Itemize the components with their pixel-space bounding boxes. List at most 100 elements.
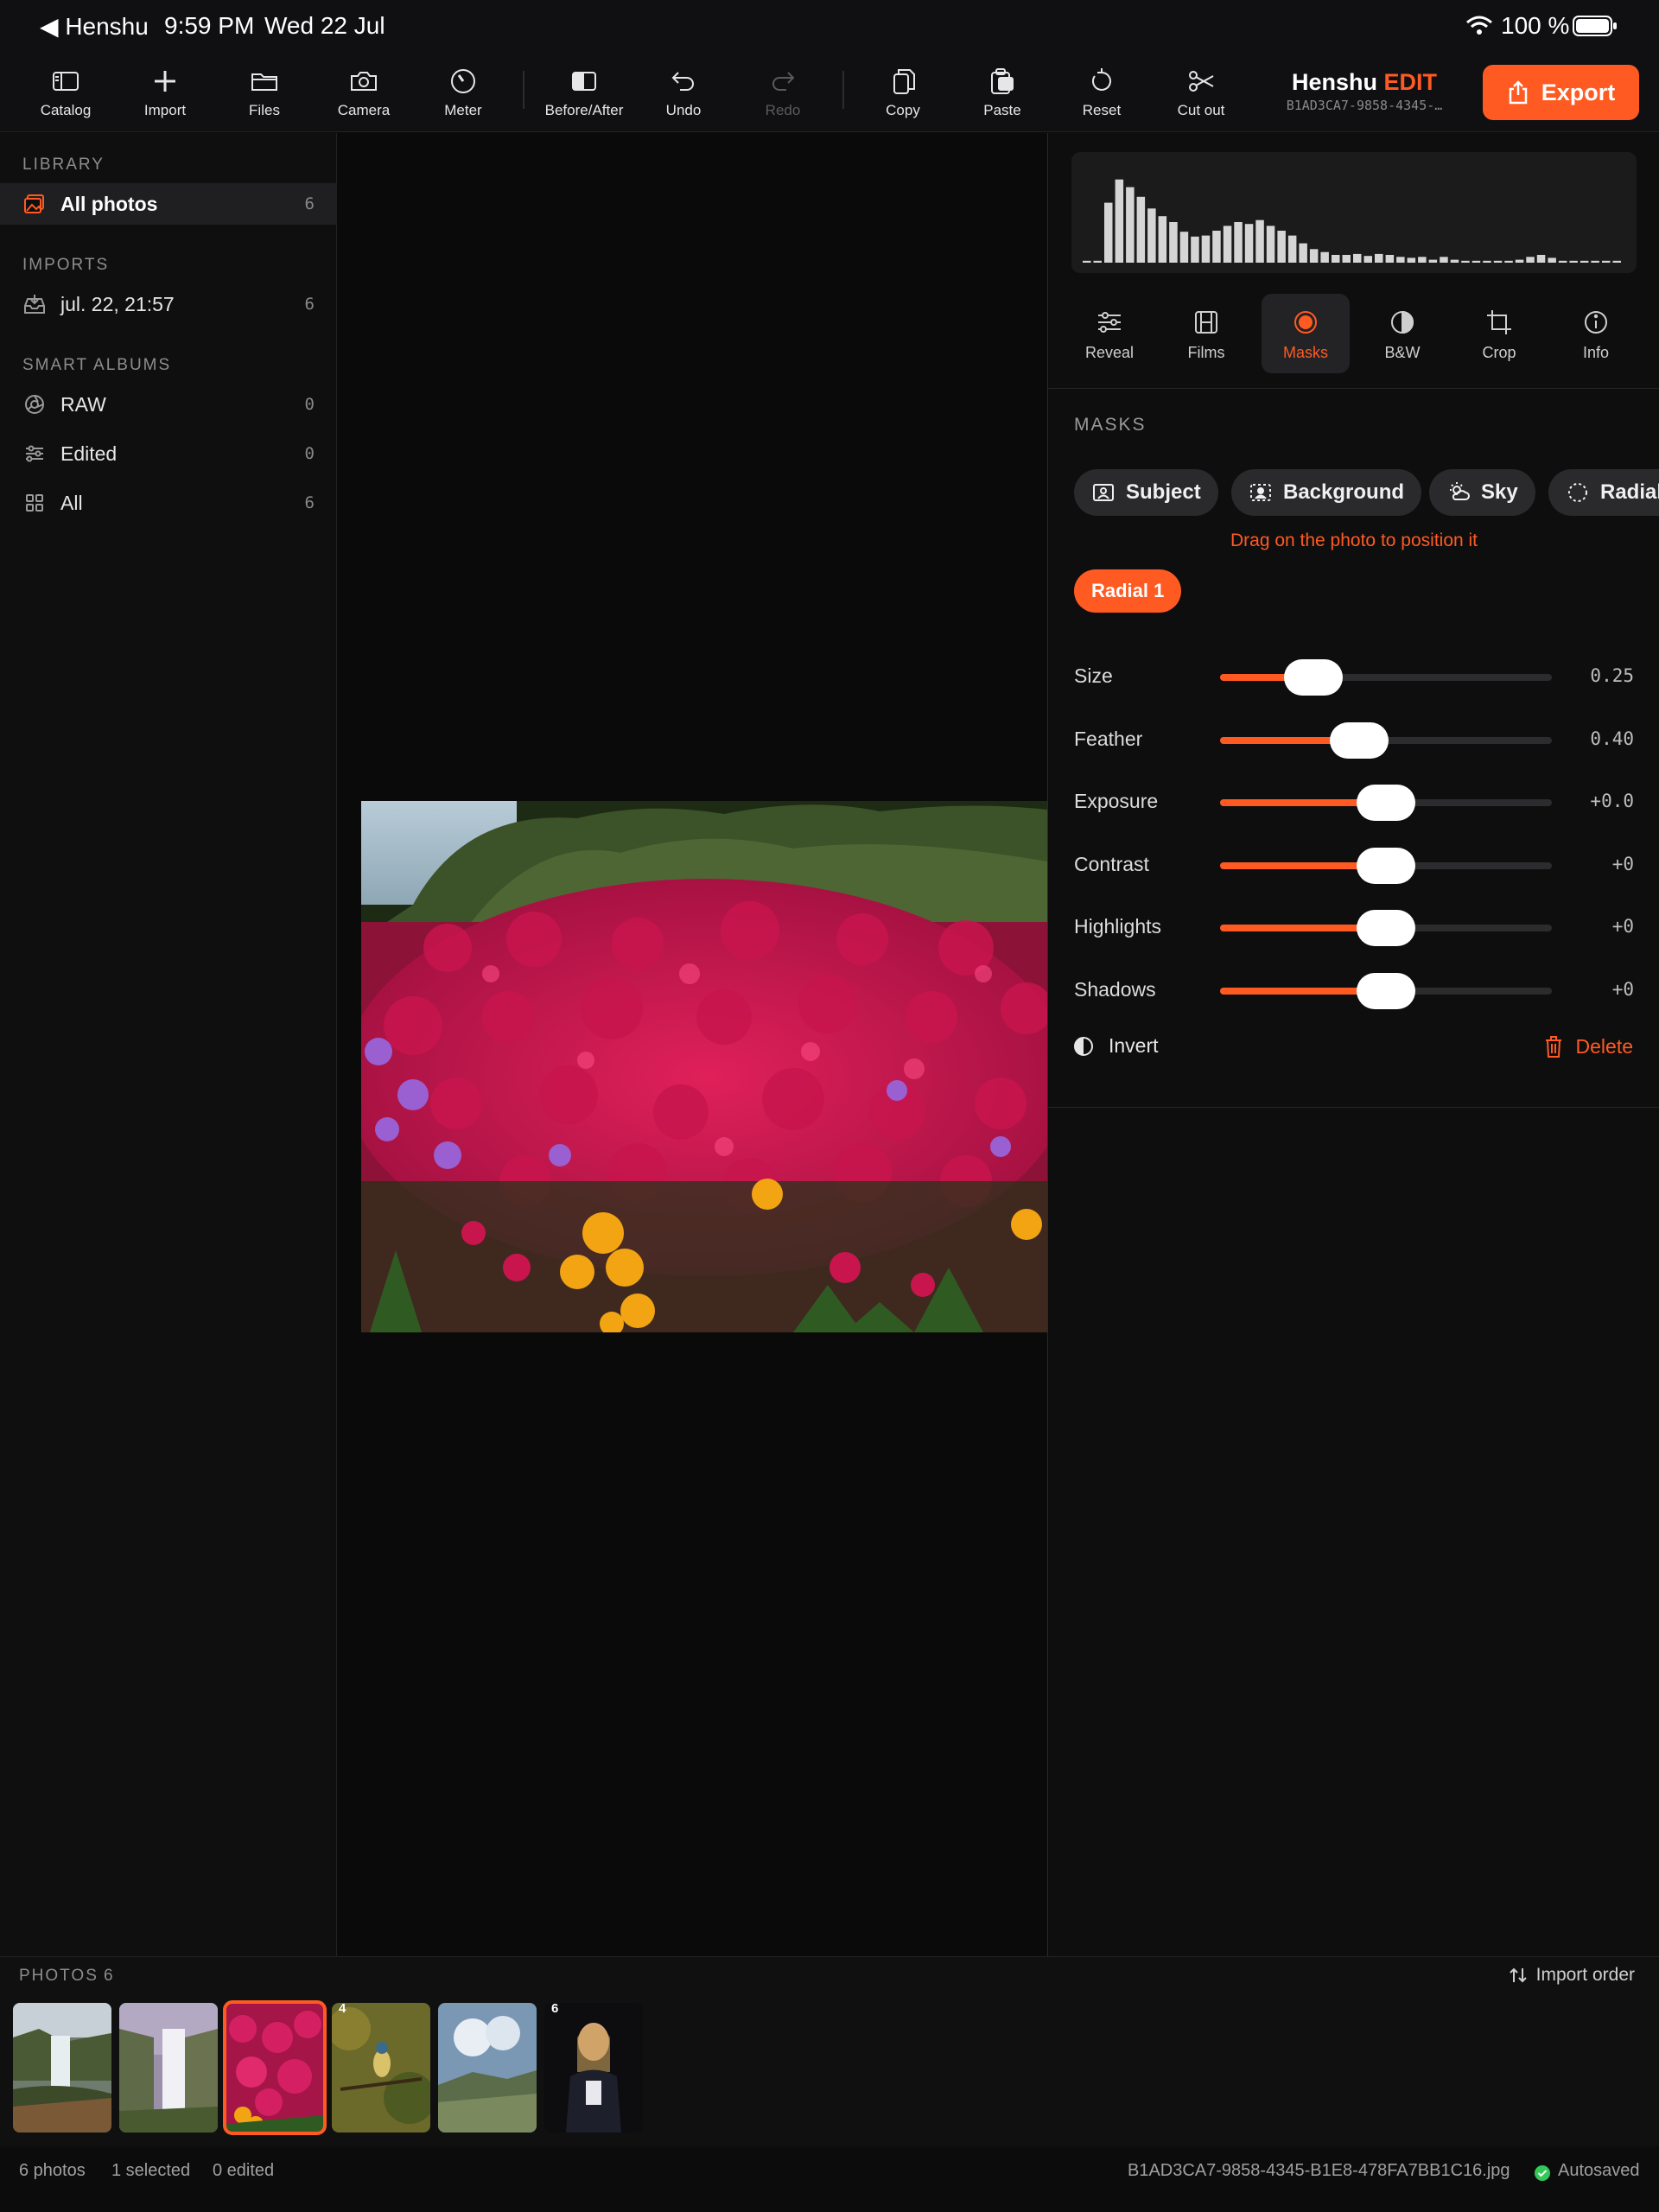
tab-crop[interactable]: Crop bbox=[1455, 294, 1543, 373]
histogram-bar bbox=[1385, 255, 1395, 263]
histogram-bar bbox=[1083, 260, 1091, 263]
histogram-bar bbox=[1244, 224, 1254, 263]
copy-icon bbox=[893, 69, 915, 94]
tab-info[interactable]: Info bbox=[1552, 294, 1640, 373]
photo-thumbnail[interactable] bbox=[13, 2003, 111, 2133]
slider-exposure[interactable]: Exposure +0.0 bbox=[1048, 777, 1659, 829]
slider-value: +0.0 bbox=[1590, 791, 1634, 811]
tab-bw[interactable]: B&W bbox=[1358, 294, 1446, 373]
selected-count: 1 selected bbox=[111, 2161, 191, 2180]
mask-radial-button[interactable]: Radial bbox=[1548, 469, 1659, 516]
sidebar-icon bbox=[53, 72, 79, 91]
histogram-bar bbox=[1277, 231, 1286, 263]
flower-photo bbox=[361, 801, 1047, 1332]
before-after-button[interactable]: Before/After bbox=[537, 66, 632, 126]
redo-button[interactable]: Redo bbox=[735, 66, 830, 126]
export-label: Export bbox=[1541, 79, 1616, 105]
mask-background-button[interactable]: Background bbox=[1231, 469, 1422, 516]
mask-subject-button[interactable]: Subject bbox=[1074, 469, 1218, 516]
import-button[interactable]: Import bbox=[118, 66, 213, 126]
tab-masks[interactable]: Masks bbox=[1262, 294, 1350, 373]
meter-label: Meter bbox=[444, 102, 482, 118]
camera-button[interactable]: Camera bbox=[316, 66, 411, 126]
checkmark-icon bbox=[1535, 2165, 1550, 2181]
histogram-bar bbox=[1104, 202, 1113, 263]
autosave-status: Autosaved bbox=[1558, 2161, 1640, 2180]
sort-arrows-icon bbox=[1509, 1967, 1527, 1983]
catalog-label: Catalog bbox=[40, 102, 92, 118]
reset-button[interactable]: Reset bbox=[1054, 66, 1149, 126]
slider-thumb[interactable] bbox=[1357, 785, 1415, 821]
catalog-button[interactable]: Catalog bbox=[18, 66, 113, 126]
status-date: Wed 22 Jul bbox=[264, 12, 385, 39]
mask-sky-button[interactable]: Sky bbox=[1429, 469, 1535, 516]
photo-thumbnail[interactable] bbox=[438, 2003, 537, 2133]
panel-divider bbox=[1048, 388, 1659, 389]
slider-thumb[interactable] bbox=[1330, 721, 1389, 759]
sidebar-item-edited[interactable]: Edited 0 bbox=[0, 433, 337, 474]
photos-count: 6 photos bbox=[19, 2161, 86, 2180]
paste-button[interactable]: Paste bbox=[955, 66, 1050, 126]
histogram-bar bbox=[1287, 235, 1297, 263]
toolbar-divider bbox=[523, 71, 524, 109]
slider-label: Highlights bbox=[1074, 915, 1161, 938]
portrait-thumbnail bbox=[544, 2003, 643, 2133]
photo-thumbnail-selected[interactable] bbox=[223, 2000, 327, 2135]
tray-download-icon bbox=[22, 292, 47, 316]
meter-button[interactable]: Meter bbox=[416, 66, 511, 126]
delete-mask-button[interactable]: Delete bbox=[1543, 1034, 1633, 1058]
tab-label: Films bbox=[1187, 344, 1225, 361]
slider-feather[interactable]: Feather 0.40 bbox=[1048, 715, 1659, 766]
sidebar-item-label: All bbox=[60, 491, 83, 514]
camera-label: Camera bbox=[337, 102, 391, 118]
tab-films[interactable]: Films bbox=[1162, 294, 1250, 373]
histogram-bar bbox=[1147, 208, 1156, 263]
person-frame-icon bbox=[1093, 484, 1114, 501]
sidebar-item-import[interactable]: jul. 22, 21:57 6 bbox=[0, 283, 337, 325]
undo-button[interactable]: Undo bbox=[636, 66, 731, 126]
sidebar-item-raw[interactable]: RAW 0 bbox=[0, 384, 337, 425]
tab-reveal[interactable]: Reveal bbox=[1065, 294, 1154, 373]
export-button[interactable]: Export bbox=[1483, 65, 1639, 120]
photo-canvas[interactable] bbox=[338, 133, 1047, 1956]
photo-thumbnail[interactable] bbox=[119, 2003, 218, 2133]
histogram-bar bbox=[1212, 231, 1221, 263]
histogram-bar bbox=[1126, 187, 1135, 263]
sort-order-button[interactable]: Import order bbox=[1509, 1965, 1635, 1986]
status-time: 9:59 PM bbox=[164, 12, 255, 39]
photo-preview[interactable] bbox=[361, 801, 1047, 1332]
files-button[interactable]: Files bbox=[217, 66, 312, 126]
redo-label: Redo bbox=[765, 102, 801, 118]
slider-highlights[interactable]: Highlights +0 bbox=[1048, 902, 1659, 954]
slider-thumb[interactable] bbox=[1357, 847, 1415, 884]
thumbnail-badge: 4 bbox=[339, 2003, 346, 2016]
slider-contrast[interactable]: Contrast +0 bbox=[1048, 840, 1659, 892]
slider-value: +0 bbox=[1611, 916, 1634, 937]
dashed-circle-icon bbox=[1568, 483, 1587, 502]
histogram-bar bbox=[1169, 222, 1178, 263]
back-to-app-link[interactable]: ◀ Henshu bbox=[40, 12, 149, 41]
trash-icon bbox=[1545, 1036, 1561, 1058]
histogram-bars bbox=[1083, 179, 1621, 263]
invert-button[interactable]: Invert bbox=[1072, 1034, 1159, 1058]
slider-thumb[interactable] bbox=[1357, 972, 1415, 1009]
sidebar-item-all[interactable]: All 6 bbox=[0, 482, 337, 524]
slider-size[interactable]: Size 0.25 bbox=[1048, 652, 1659, 703]
photo-thumbnail[interactable]: 4 bbox=[332, 2003, 430, 2133]
slider-value: +0 bbox=[1611, 978, 1634, 1000]
slider-shadows[interactable]: Shadows +0 bbox=[1048, 965, 1659, 1017]
copy-button[interactable]: Copy bbox=[855, 66, 950, 126]
battery-percent: 100 % bbox=[1501, 12, 1570, 39]
mask-item-radial-1[interactable]: Radial 1 bbox=[1074, 569, 1182, 613]
undo-label: Undo bbox=[665, 102, 702, 118]
sidebar-item-all-photos[interactable]: All photos 6 bbox=[0, 183, 337, 225]
histogram-bar bbox=[1309, 249, 1319, 263]
slider-thumb[interactable] bbox=[1283, 659, 1343, 696]
wifi-icon bbox=[1466, 16, 1492, 35]
masks-heading: MASKS bbox=[1074, 415, 1147, 435]
cut-out-label: Cut out bbox=[1177, 102, 1225, 118]
cut-out-button[interactable]: Cut out bbox=[1154, 66, 1249, 126]
landscape-thumbnail bbox=[438, 2003, 537, 2133]
photo-thumbnail[interactable]: 6 bbox=[544, 2003, 643, 2133]
slider-thumb[interactable] bbox=[1357, 910, 1415, 946]
